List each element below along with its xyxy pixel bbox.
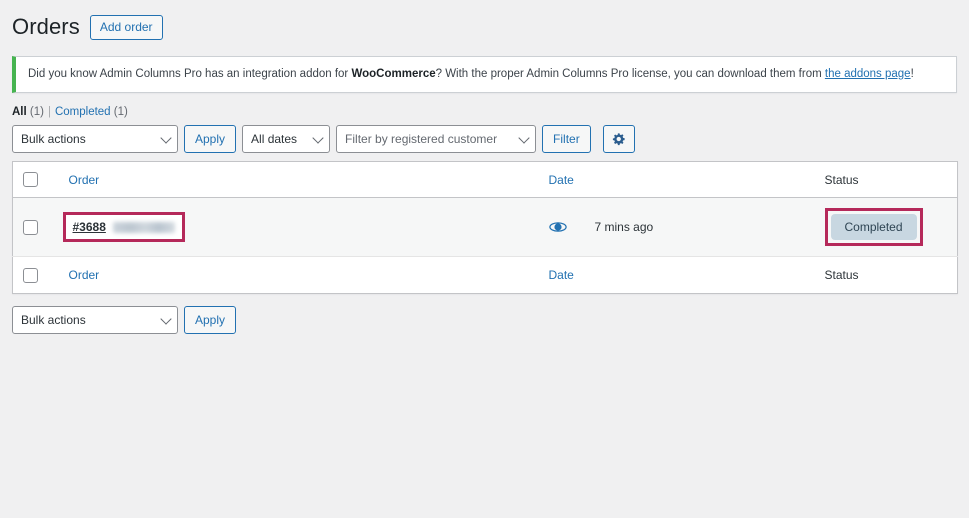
select-all-footer: [12, 256, 59, 293]
column-footer-order: Order: [58, 256, 539, 293]
add-order-button[interactable]: Add order: [89, 14, 163, 40]
apply-button-bottom[interactable]: Apply: [184, 305, 237, 334]
row-select-cell: [12, 197, 59, 258]
status-badge: Completed: [830, 214, 917, 241]
filter-button[interactable]: Filter: [542, 124, 591, 153]
orders-table-foot: Order Date Status: [12, 256, 958, 293]
column-header-status: Status: [814, 161, 958, 199]
status-filter-links: All (1) | Completed (1): [12, 106, 957, 118]
sort-order-link-bottom[interactable]: Order: [69, 268, 100, 282]
eye-icon[interactable]: [548, 221, 571, 233]
orders-table: Order Date Status #3688 7 mins ago Compl…: [12, 160, 958, 294]
addons-page-link[interactable]: the addons page: [825, 68, 911, 80]
bulk-actions-select-bottom[interactable]: Bulk actions: [12, 305, 178, 334]
order-number-link[interactable]: #3688: [73, 220, 106, 234]
orders-table-head: Order Date Status: [12, 161, 958, 199]
chevron-down-icon: [160, 132, 172, 144]
page-header: Orders Add order: [12, 0, 957, 48]
bulk-actions-value-top: Bulk actions: [21, 131, 86, 146]
status-link-separator: |: [47, 105, 51, 118]
order-cell: #3688: [58, 197, 539, 258]
status-count-all: (1): [29, 105, 44, 118]
date-filter-select[interactable]: All dates: [242, 124, 331, 153]
status-link-all-item: All (1): [12, 106, 44, 118]
chevron-down-icon: [312, 132, 324, 144]
status-link-completed-item: Completed (1): [55, 106, 128, 118]
status-highlight-box: Completed: [824, 208, 923, 247]
status-link-completed[interactable]: Completed: [55, 106, 111, 118]
chevron-down-icon: [518, 132, 530, 144]
status-count-completed: (1): [113, 105, 128, 118]
table-row: #3688 7 mins ago Completed: [12, 197, 958, 258]
status-cell: Completed: [814, 197, 958, 258]
customer-name-redacted: [112, 221, 175, 233]
column-settings-button[interactable]: [602, 124, 635, 153]
customer-filter-placeholder: Filter by registered customer: [345, 131, 498, 146]
admin-notice: Did you know Admin Columns Pro has an in…: [12, 55, 957, 93]
column-footer-date: Date: [538, 256, 815, 293]
customer-filter-select[interactable]: Filter by registered customer: [336, 124, 537, 153]
sort-date-link-top[interactable]: Date: [549, 173, 574, 187]
date-cell-inner: 7 mins ago: [548, 220, 805, 235]
select-all-checkbox-top[interactable]: [23, 172, 38, 188]
sort-date-link-bottom[interactable]: Date: [549, 268, 574, 282]
date-cell: 7 mins ago: [538, 197, 815, 258]
bulk-actions-value-bottom: Bulk actions: [21, 312, 86, 327]
order-cell-inner: #3688: [62, 212, 185, 243]
row-checkbox[interactable]: [23, 219, 38, 235]
notice-text-middle: ? With the proper Admin Columns Pro lice…: [435, 67, 825, 80]
select-all-checkbox-bottom[interactable]: [23, 267, 38, 283]
page-title: Orders: [12, 14, 80, 39]
tablenav-bottom: Bulk actions Apply: [12, 305, 957, 334]
bulk-actions-select-top[interactable]: Bulk actions: [12, 124, 178, 153]
orders-table-body: #3688 7 mins ago Completed: [12, 197, 958, 258]
select-all-header: [12, 161, 59, 199]
column-header-order: Order: [58, 161, 539, 199]
date-filter-value: All dates: [251, 131, 298, 146]
column-header-date: Date: [538, 161, 815, 199]
sort-order-link-top[interactable]: Order: [69, 173, 100, 187]
order-date-text: 7 mins ago: [594, 220, 654, 235]
order-highlight-box: #3688: [62, 212, 185, 243]
notice-text-before: Did you know Admin Columns Pro has an in…: [28, 67, 352, 80]
notice-bold-term: WooCommerce: [351, 67, 436, 80]
gear-icon: [612, 132, 626, 146]
tablenav-top: Bulk actions Apply All dates Filter by r…: [12, 124, 957, 153]
apply-button-top[interactable]: Apply: [184, 124, 237, 153]
chevron-down-icon: [160, 312, 172, 325]
table-footer-row: Order Date Status: [12, 256, 958, 293]
status-link-all[interactable]: All: [12, 106, 27, 118]
column-footer-status: Status: [814, 256, 958, 293]
table-header-row: Order Date Status: [12, 161, 958, 199]
orders-page: Orders Add order Did you know Admin Colu…: [0, 0, 969, 518]
notice-text-after: !: [910, 67, 914, 80]
